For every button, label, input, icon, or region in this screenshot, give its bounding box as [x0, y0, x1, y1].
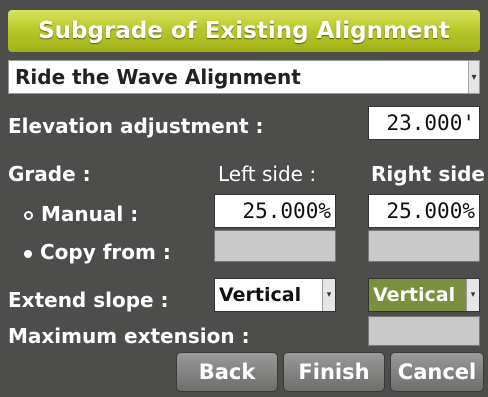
right-extend-slope-select[interactable]: Vertical ▾ — [368, 278, 480, 312]
alignment-select[interactable]: Ride the Wave Alignment ▾ — [8, 60, 480, 94]
alignment-select-value: Ride the Wave Alignment — [15, 65, 301, 89]
dialog-title: Subgrade of Existing Alignment — [8, 10, 480, 52]
chevron-down-icon[interactable]: ▾ — [466, 279, 479, 311]
chevron-down-icon[interactable]: ▾ — [322, 279, 335, 311]
elevation-field[interactable]: 23.000' — [368, 106, 480, 140]
left-extend-slope-value: Vertical — [219, 284, 302, 306]
extend-slope-label: Extend slope : — [8, 288, 169, 312]
manual-label: Manual : — [41, 202, 139, 226]
left-side-header: Left side : — [218, 162, 317, 186]
right-copy-from-field — [368, 230, 480, 262]
cancel-button[interactable]: Cancel — [390, 352, 484, 392]
max-extension-field — [368, 316, 480, 346]
right-manual-grade-field[interactable]: 25.000% — [368, 194, 480, 228]
right-extend-slope-value: Vertical — [373, 284, 456, 306]
max-extension-label: Maximum extension : — [8, 324, 250, 348]
radio-selected-icon — [24, 249, 32, 258]
left-extend-slope-select[interactable]: Vertical ▾ — [214, 278, 336, 312]
back-button[interactable]: Back — [176, 352, 278, 392]
copy-from-radio[interactable]: Copy from : — [24, 240, 171, 264]
copy-from-label: Copy from : — [40, 240, 171, 264]
right-side-header: Right side — [371, 162, 485, 186]
left-manual-grade-field[interactable]: 25.000% — [214, 194, 336, 228]
manual-radio[interactable]: Manual : — [24, 202, 138, 226]
left-copy-from-field — [214, 230, 336, 262]
chevron-down-icon[interactable]: ▾ — [468, 61, 479, 93]
grade-label: Grade : — [8, 162, 91, 186]
elevation-label: Elevation adjustment : — [8, 114, 264, 138]
radio-unselected-icon — [24, 211, 33, 220]
dialog: Subgrade of Existing Alignment Ride the … — [0, 0, 488, 397]
finish-button[interactable]: Finish — [283, 352, 385, 392]
